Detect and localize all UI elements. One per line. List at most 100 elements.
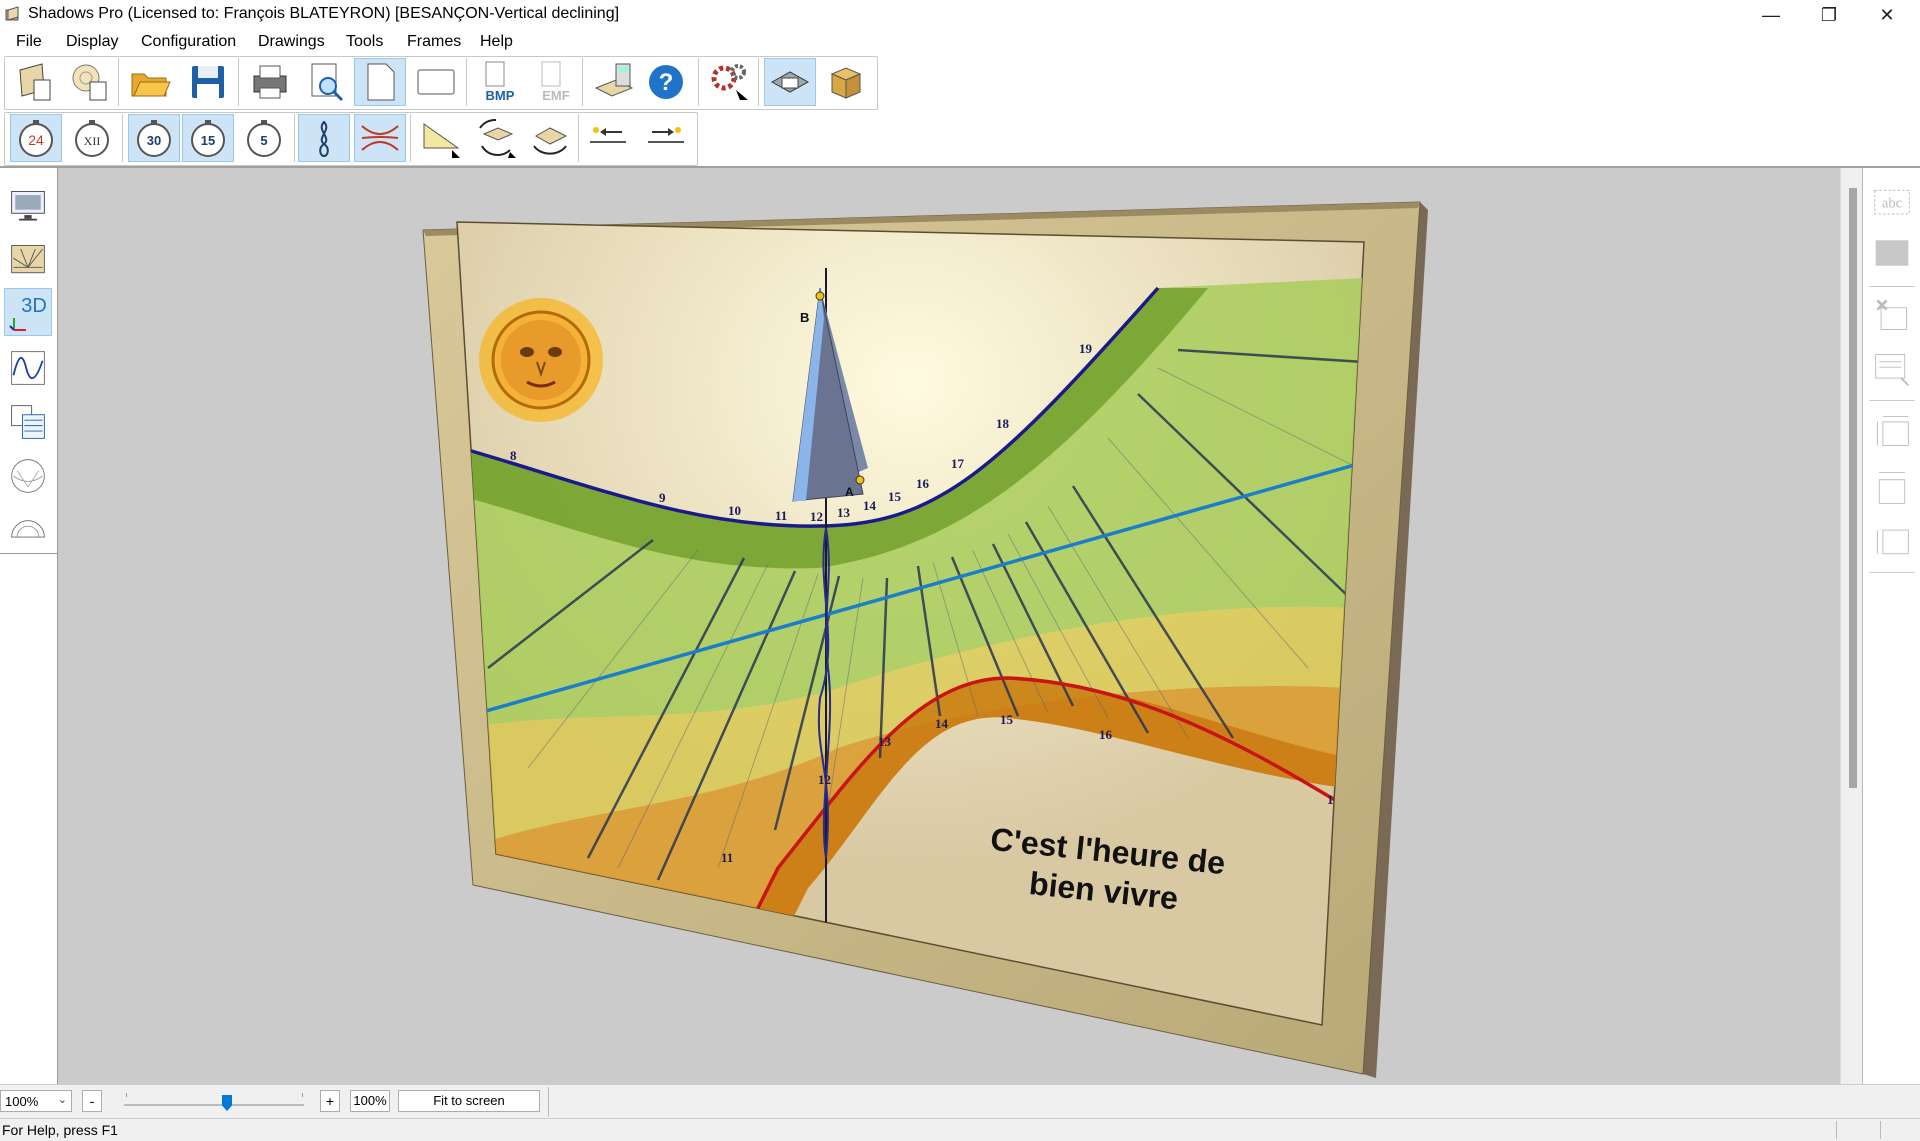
print-preview-button[interactable] [300, 58, 352, 106]
scrollbar-thumb[interactable] [1849, 188, 1857, 788]
zoom-value[interactable]: 100% [350, 1090, 390, 1112]
clock-5min-button[interactable]: 5 [238, 114, 290, 162]
toolbar-separator [698, 58, 699, 106]
emf-export-icon: EMF [541, 61, 570, 103]
tables-icon [11, 405, 45, 439]
text-tool-button[interactable]: abc [1869, 180, 1915, 226]
image-tool-button[interactable] [1869, 230, 1915, 276]
hour-number: 15 [888, 489, 902, 504]
zoom-in-button[interactable]: + [320, 1090, 340, 1112]
3d-view-button[interactable] [764, 58, 816, 106]
hour-number: 12 [810, 509, 823, 524]
analemma-button[interactable] [298, 114, 350, 162]
sun-left-arrow-icon [590, 127, 626, 143]
declination-lines-button[interactable] [354, 114, 406, 162]
properties-icon [1875, 354, 1910, 387]
clock-xii-label: XII [84, 134, 101, 148]
zoom-out-button[interactable]: - [82, 1090, 102, 1112]
fit-to-screen-button[interactable]: Fit to screen [398, 1090, 540, 1112]
menu-help[interactable]: Help [478, 33, 515, 51]
open-button[interactable] [124, 58, 176, 106]
clock-15min-button[interactable]: 15 [182, 114, 234, 162]
menu-configuration[interactable]: Configuration [139, 33, 238, 51]
view-curve-button[interactable] [4, 344, 52, 392]
vertical-scrollbar[interactable] [1840, 168, 1863, 1084]
status-pane-divider [1836, 1121, 1837, 1139]
rotate-dial-button[interactable] [470, 114, 522, 162]
export-emf-button[interactable]: EMF [530, 58, 582, 106]
rotate-plane-button[interactable] [524, 114, 576, 162]
right-tools-panel: abc [1862, 168, 1920, 1084]
toolbar-separator [758, 58, 759, 106]
portrait-page-button[interactable] [354, 58, 406, 106]
menu-display[interactable]: Display [64, 33, 120, 51]
resize-height-button[interactable] [1869, 518, 1915, 564]
zoom-slider-thumb[interactable] [222, 1095, 232, 1111]
export-bmp-button[interactable]: BMP [474, 58, 526, 106]
right-panel-separator [1869, 572, 1915, 573]
sun-west-button[interactable] [582, 114, 634, 162]
settings-button[interactable] [704, 58, 756, 106]
rotate-dial-icon [479, 118, 516, 158]
resize-both-button[interactable] [1869, 408, 1915, 454]
clock-24-label: 24 [28, 132, 44, 148]
toolbar-separator [582, 58, 583, 106]
new-armillary-button[interactable] [64, 58, 116, 106]
hour-number: 19 [1079, 341, 1093, 356]
new-dial-button[interactable] [10, 58, 62, 106]
view-dial-plan-button[interactable] [4, 236, 52, 284]
menu-tools[interactable]: Tools [344, 33, 385, 51]
save-icon [192, 66, 224, 98]
app-icon [5, 6, 19, 21]
text-tool-label: abc [1882, 196, 1902, 212]
hour-number: 13 [837, 505, 851, 520]
resize-width-button[interactable] [1869, 464, 1915, 510]
zoom-bar-separator [548, 1087, 549, 1117]
hour-number: 16 [1099, 727, 1113, 742]
clock-xii-button[interactable]: XII [66, 114, 118, 162]
menu-drawings[interactable]: Drawings [256, 33, 327, 51]
bmp-export-icon: BMP [485, 61, 515, 103]
help-button[interactable]: ? [640, 58, 692, 106]
properties-button[interactable] [1869, 346, 1915, 392]
save-button[interactable] [182, 58, 234, 106]
view-half-dial-button[interactable] [4, 504, 52, 552]
view-sphere-button[interactable] [4, 452, 52, 500]
open-folder-icon [131, 73, 171, 97]
hour-number: 9 [659, 490, 666, 505]
clock-24h-button[interactable]: 24 [10, 114, 62, 162]
landscape-page-button[interactable] [410, 58, 462, 106]
menu-frames[interactable]: Frames [405, 33, 463, 51]
calculator-button[interactable] [588, 58, 640, 106]
menu-file[interactable]: File [14, 33, 44, 51]
print-button[interactable] [244, 58, 296, 106]
status-text: For Help, press F1 [2, 1122, 118, 1138]
zoom-dropdown-value: 100% [5, 1094, 39, 1109]
sine-curve-icon [11, 351, 45, 385]
3d-viewport[interactable]: B A 8 9 10 11 12 13 14 15 16 17 18 19 11… [58, 168, 1840, 1084]
gnomon-button[interactable] [416, 114, 468, 162]
sun-east-button[interactable] [640, 114, 692, 162]
restore-button[interactable]: ❐ [1800, 0, 1858, 30]
clock-15-icon: 15 [191, 120, 225, 157]
delete-element-button[interactable] [1869, 292, 1915, 338]
zoom-slider[interactable] [124, 1104, 304, 1106]
close-button[interactable]: ✕ [1858, 0, 1916, 30]
view-tables-button[interactable] [4, 398, 52, 446]
view-3d-button[interactable]: 3D [4, 288, 52, 336]
toolbar-separator [238, 58, 239, 106]
3d-dial-view-icon [770, 71, 810, 93]
clock-5-label: 5 [260, 133, 267, 148]
box-dial-button[interactable] [820, 58, 872, 106]
clock-30min-button[interactable]: 30 [128, 114, 180, 162]
hour-number: 15 [1000, 712, 1014, 727]
resize-width-icon [1878, 472, 1906, 504]
zoom-dropdown[interactable]: 100% ⌄ [0, 1090, 72, 1112]
printer-icon [253, 65, 287, 99]
title-bar: Shadows Pro (Licensed to: François BLATE… [0, 0, 1920, 30]
left-view-panel: 3D [0, 168, 58, 1084]
minimize-button[interactable]: — [1742, 0, 1800, 30]
view-monitor-button[interactable] [4, 182, 52, 230]
point-b-label: B [800, 310, 809, 325]
slider-tick [302, 1093, 303, 1097]
